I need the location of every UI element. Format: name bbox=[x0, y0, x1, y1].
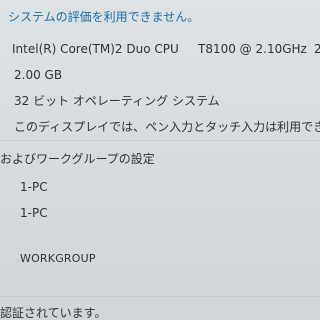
activation-status: 認証されています。 bbox=[0, 306, 107, 320]
processor-speed: T8100 @ 2.10GHz bbox=[198, 42, 307, 56]
computer-workgroup-section-title: およびワークグループの設定 bbox=[0, 152, 155, 166]
processor-cut-text: 2 bbox=[314, 42, 320, 56]
system-properties-window: システムの評価を利用できません。 Intel(R) Core(TM)2 Duo … bbox=[0, 0, 320, 320]
workgroup-value: WORKGROUP bbox=[20, 252, 96, 265]
pen-touch-value: このディスプレイでは、ペン入力とタッチ入力は利用でき bbox=[14, 120, 320, 134]
full-computer-name-value: 1-PC bbox=[20, 206, 48, 220]
section-divider bbox=[0, 140, 320, 141]
processor-model: Intel(R) Core(TM)2 Duo CPU bbox=[12, 42, 179, 56]
computer-name-value: 1-PC bbox=[20, 180, 48, 194]
bottom-divider bbox=[0, 296, 320, 297]
processor-value: Intel(R) Core(TM)2 Duo CPU T8100 @ 2.10G… bbox=[12, 42, 320, 56]
system-type-value: 32 ビット オペレーティング システム bbox=[14, 94, 220, 108]
memory-value: 2.00 GB bbox=[14, 68, 63, 82]
system-rating-link[interactable]: システムの評価を利用できません。 bbox=[8, 10, 199, 24]
